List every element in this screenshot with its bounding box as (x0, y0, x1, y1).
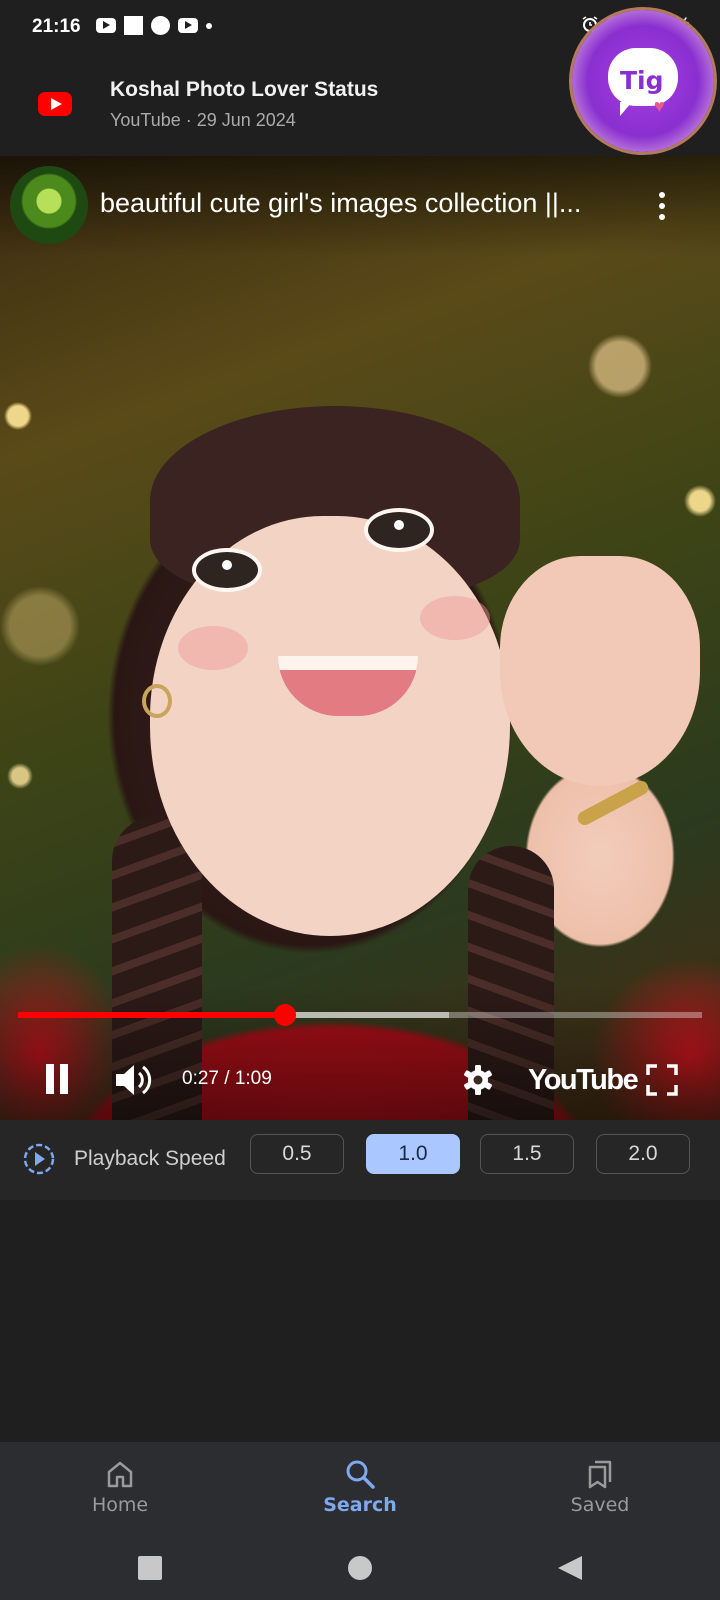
notification-icons (96, 16, 212, 35)
search-icon (346, 1460, 375, 1489)
speed-option-1-5[interactable]: 1.5 (480, 1134, 574, 1174)
video-player[interactable]: beautiful cute girl's images collection … (0, 156, 720, 1120)
speed-option-2-0[interactable]: 2.0 (596, 1134, 690, 1174)
video-frame-detail (575, 778, 651, 828)
nav-home-label: Home (91, 1494, 149, 1516)
video-frame-detail (142, 684, 172, 718)
channel-avatar[interactable] (10, 166, 88, 244)
bubble-logo-text: Tig (620, 66, 664, 95)
youtube-notification-icon (96, 18, 116, 33)
nav-saved[interactable]: Saved (520, 1442, 680, 1530)
channel-subtitle: YouTube · 29 Jun 2024 (110, 110, 296, 130)
square-notification-icon (124, 16, 143, 35)
video-frame-detail (178, 626, 248, 670)
nav-search[interactable]: Search (280, 1442, 440, 1530)
heart-icon: ♥ (654, 96, 665, 116)
seek-bar[interactable] (18, 1004, 702, 1026)
playback-speed-icon (23, 1143, 55, 1175)
status-time: 21:16 (32, 16, 81, 37)
video-frame-detail (420, 596, 490, 640)
youtube-logo-icon (38, 92, 72, 116)
nav-search-label: Search (323, 1494, 397, 1516)
progress-fill (18, 1012, 285, 1018)
video-top-overlay: beautiful cute girl's images collection … (0, 156, 720, 256)
floating-chat-bubble[interactable]: Tig ♥ (572, 10, 714, 152)
home-icon (107, 1461, 133, 1488)
video-time-display: 0:27 / 1:09 (182, 1068, 272, 1089)
home-button[interactable] (348, 1556, 372, 1580)
settings-gear-icon[interactable] (460, 1062, 496, 1098)
playback-speed-label: Playback Speed (74, 1147, 226, 1170)
video-controls-scrim (0, 986, 720, 1120)
youtube-brand-button[interactable]: YouTube (528, 1064, 639, 1097)
channel-title: Koshal Photo Lover Status (110, 78, 379, 101)
video-frame-detail (192, 548, 262, 592)
video-frame-detail (364, 508, 434, 552)
video-title[interactable]: beautiful cute girl's images collection … (100, 188, 620, 219)
nav-saved-label: Saved (570, 1494, 630, 1516)
recents-button[interactable] (138, 1556, 162, 1580)
playback-speed-bar: Playback Speed 0.5 1.0 1.5 2.0 (0, 1120, 720, 1200)
bottom-navigation: Home Search Saved (0, 1442, 720, 1530)
seek-handle[interactable] (273, 1004, 296, 1026)
more-notifications-icon (206, 22, 212, 29)
bookmarks-icon (588, 1460, 612, 1489)
video-frame-detail (500, 556, 700, 786)
system-navigation-bar (0, 1530, 720, 1600)
nav-home[interactable]: Home (40, 1442, 200, 1530)
back-button[interactable] (558, 1556, 582, 1580)
speed-option-0-5[interactable]: 0.5 (250, 1134, 344, 1174)
pause-button[interactable] (44, 1064, 70, 1094)
fullscreen-icon[interactable] (646, 1064, 678, 1096)
speed-option-1-0[interactable]: 1.0 (366, 1134, 460, 1174)
more-options-icon[interactable] (652, 192, 672, 222)
youtube-notification-icon (178, 18, 198, 33)
circle-notification-icon (151, 16, 170, 35)
volume-button[interactable] (114, 1062, 154, 1098)
